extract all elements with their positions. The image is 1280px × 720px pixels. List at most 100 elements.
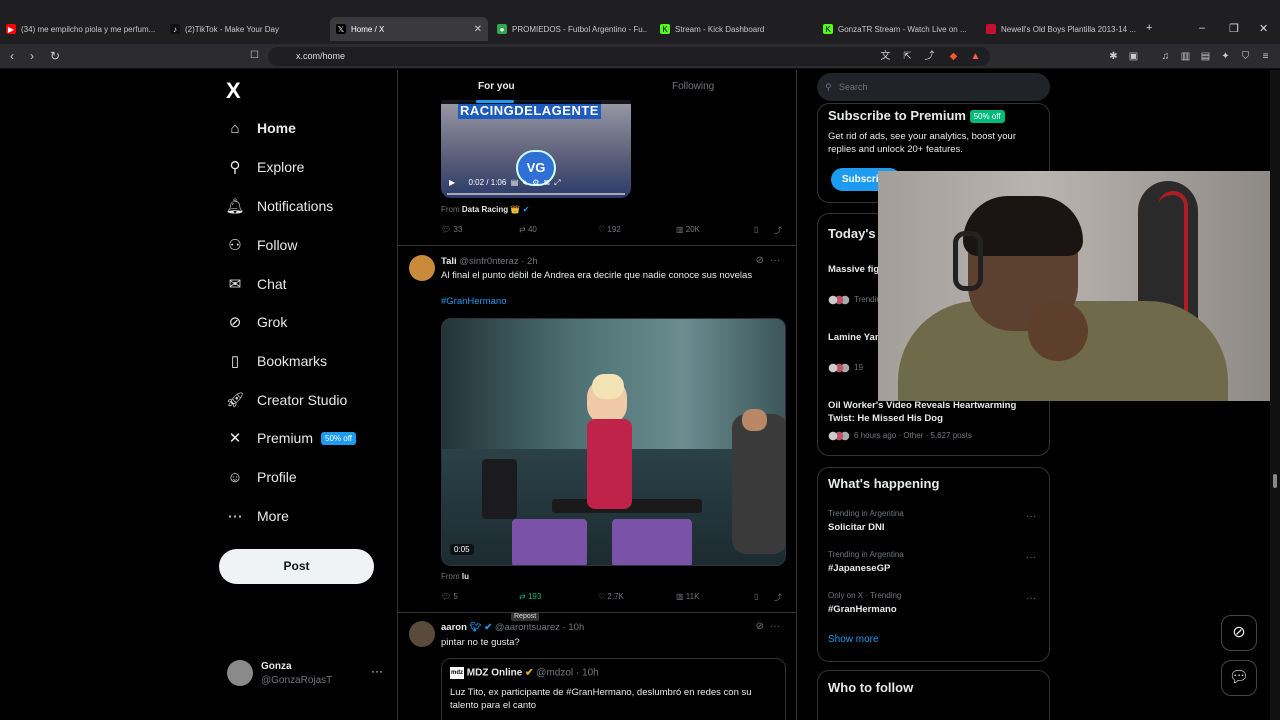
mute-icon[interactable]: 🔇︎ <box>523 178 528 187</box>
nav-label: Chat <box>257 276 287 292</box>
post-button[interactable]: Post <box>219 549 374 584</box>
extension-icon[interactable]: ▣ <box>1128 51 1139 62</box>
browser-tab-kick-stream[interactable]: K GonzaTR Stream - Watch Live on ... <box>823 17 973 41</box>
back-icon[interactable]: ‹ <box>10 50 14 62</box>
browser-tab-kick-dashboard[interactable]: K Stream - Kick Dashboard <box>660 17 810 41</box>
nav-item-follow[interactable]: ⚇ Follow <box>226 231 297 259</box>
more-icon[interactable]: ··· <box>770 255 780 266</box>
sidebar-toggle-icon[interactable]: ▥ <box>1180 51 1191 62</box>
hashtag-link[interactable]: #GranHermano <box>441 296 786 307</box>
browser-tab-newells[interactable]: Newell's Old Boys Plantilla 2013-14 ... <box>986 17 1136 41</box>
extensions-icon[interactable]: ✱ <box>1108 51 1119 62</box>
share-icon[interactable]: ⤴ <box>774 225 782 236</box>
wallet-icon[interactable]: ▤ <box>1200 51 1211 62</box>
tab-title: GonzaTR Stream - Watch Live on ... <box>838 24 967 34</box>
nav-label: Follow <box>257 237 298 253</box>
browser-tab-promiedos[interactable]: ● PROMIEDOS - Futbol Argentino - Fu... <box>497 17 647 41</box>
show-more-link[interactable]: Show more <box>828 634 879 645</box>
reload-icon[interactable]: ↻ <box>50 50 60 62</box>
more-icon[interactable]: ··· <box>1026 511 1036 522</box>
trend-topic[interactable]: #GranHermano <box>828 604 897 615</box>
browser-tab-x-home[interactable]: 𝕏 Home / X ✕ <box>330 17 488 41</box>
nav-item-premium[interactable]: ✕ Premium 50% off <box>226 424 356 452</box>
repost-button[interactable]: ⇄ 40 <box>519 225 537 234</box>
nav-item-grok[interactable]: ⊘ Grok <box>226 308 288 336</box>
divider <box>398 245 796 246</box>
search-input[interactable]: ⚲ Search <box>817 73 1050 101</box>
vpn-icon[interactable]: ⛉ <box>1240 51 1251 62</box>
menu-icon[interactable]: ≡ <box>1260 51 1271 62</box>
grok-icon[interactable]: ⊘ <box>756 621 764 632</box>
trend-topic[interactable]: Solicitar DNI <box>828 522 885 533</box>
reply-button[interactable]: 💬︎ 5 <box>441 592 458 601</box>
from-name[interactable]: lu <box>462 572 469 581</box>
more-icon[interactable]: ··· <box>1026 593 1036 604</box>
grok-icon[interactable]: ⊘ <box>756 255 764 266</box>
like-button[interactable]: ♡ 192 <box>598 225 621 234</box>
brave-shield-icon[interactable]: ◆ <box>948 51 959 62</box>
from-name[interactable]: Data Racing 👑 <box>462 205 520 214</box>
trend-topic[interactable]: #JapaneseGP <box>828 563 890 574</box>
open-external-icon[interactable]: ⇱ <box>902 51 913 62</box>
fullscreen-icon[interactable]: ⤢ <box>554 178 560 187</box>
captions-icon[interactable]: ▤ <box>511 178 519 187</box>
more-icon[interactable]: ··· <box>1026 552 1036 563</box>
quote-author-name: MDZ Online <box>466 667 523 679</box>
quoted-tweet[interactable]: mdz MDZ Online ✔ @mdzol · 10h Luz Tito, … <box>441 658 786 720</box>
tab-title: PROMIEDOS - Futbol Argentino - Fu... <box>512 24 647 34</box>
tweet-video[interactable]: RACINGDELAGENTE VG ▶ 0:02 / 1:06 ▤ 🔇︎ ⚙ … <box>441 100 631 198</box>
views-button[interactable]: ▥ 11K <box>676 592 699 601</box>
leo-ai-icon[interactable]: ✦ <box>1220 51 1231 62</box>
nav-item-bookmarks[interactable]: ▯ Bookmarks <box>226 347 327 375</box>
repost-button[interactable]: ⇄ 193 <box>519 592 541 601</box>
play-icon[interactable]: ▶ <box>449 178 455 187</box>
page-scrollbar[interactable] <box>1270 70 1280 720</box>
avatar[interactable] <box>409 255 435 281</box>
nav-item-more[interactable]: ⋯ More <box>226 502 289 530</box>
tab-following[interactable]: Following <box>672 81 714 92</box>
minimize-icon[interactable]: – <box>1199 22 1205 34</box>
close-icon[interactable]: ✕ <box>474 24 488 35</box>
reply-button[interactable]: 💬︎ 33 <box>441 225 462 234</box>
settings-icon[interactable]: ⚙ <box>532 178 539 187</box>
maximize-icon[interactable]: ❐ <box>1229 22 1239 35</box>
pip-icon[interactable]: ⧉ <box>544 178 550 187</box>
more-icon[interactable]: ··· <box>770 621 780 632</box>
bookmark-icon[interactable]: ▯ <box>754 592 758 601</box>
window-close-icon[interactable]: ✕ <box>1259 22 1268 35</box>
translate-icon[interactable]: 文 <box>880 51 891 62</box>
tab-for-you[interactable]: For you <box>478 81 515 92</box>
grok-fab-icon[interactable]: ⊘ <box>1221 615 1257 651</box>
views-button[interactable]: ▥ 20K <box>676 225 700 234</box>
media-icon[interactable]: ♫ <box>1160 51 1171 62</box>
browser-tab-tiktok[interactable]: ♪ (2)TikTok - Make Your Day <box>170 17 328 41</box>
nav-item-profile[interactable]: ☺ Profile <box>226 463 296 491</box>
tweet-video[interactable]: 0:05 <box>441 318 786 566</box>
forward-icon[interactable]: › <box>30 50 34 62</box>
new-tab-icon[interactable]: + <box>1146 22 1152 34</box>
person-add-icon: ⚇ <box>228 237 242 254</box>
account-switcher[interactable]: Gonza @GonzaRojasT ··· <box>227 660 387 690</box>
nav-label: Explore <box>257 159 305 175</box>
nav-item-home[interactable]: ⌂ Home <box>226 114 295 142</box>
nav-item-chat[interactable]: ✉ Chat <box>226 270 287 298</box>
x-logo[interactable]: X <box>226 78 241 104</box>
share-icon[interactable]: ⤴ <box>924 51 935 62</box>
avatar[interactable] <box>409 621 435 647</box>
share-icon[interactable]: ⤴ <box>774 592 782 603</box>
video-progress-bar[interactable] <box>447 193 625 195</box>
news-item-title[interactable]: Oil Worker's Video Reveals Heartwarming … <box>828 399 1033 425</box>
bookmark-icon[interactable]: ▯ <box>754 225 758 234</box>
brave-rewards-icon[interactable]: ▲ <box>970 51 981 62</box>
messages-fab-icon[interactable]: 💬︎ <box>1221 660 1257 696</box>
browser-tab-youtube[interactable]: ▶ (34) me empilcho piola y me perfum... <box>6 17 164 41</box>
nav-item-notifications[interactable]: 🔔︎ Notifications <box>225 192 333 220</box>
bookmark-page-icon[interactable]: ☐ <box>250 50 259 62</box>
like-button[interactable]: ♡ 2.7K <box>598 592 624 601</box>
scrollbar-thumb[interactable] <box>1273 474 1277 488</box>
avatar-stack <box>828 295 850 305</box>
tweet-author[interactable]: Tali @sinfr0nteraz · 2h <box>441 256 538 267</box>
nav-item-creator-studio[interactable]: 🚀︎ Creator Studio <box>225 386 347 414</box>
tweet-author[interactable]: aaron 🐦︎ ✔ @aarontsuarez · 10h <box>441 622 584 633</box>
nav-item-explore[interactable]: ⚲ Explore <box>226 153 305 181</box>
